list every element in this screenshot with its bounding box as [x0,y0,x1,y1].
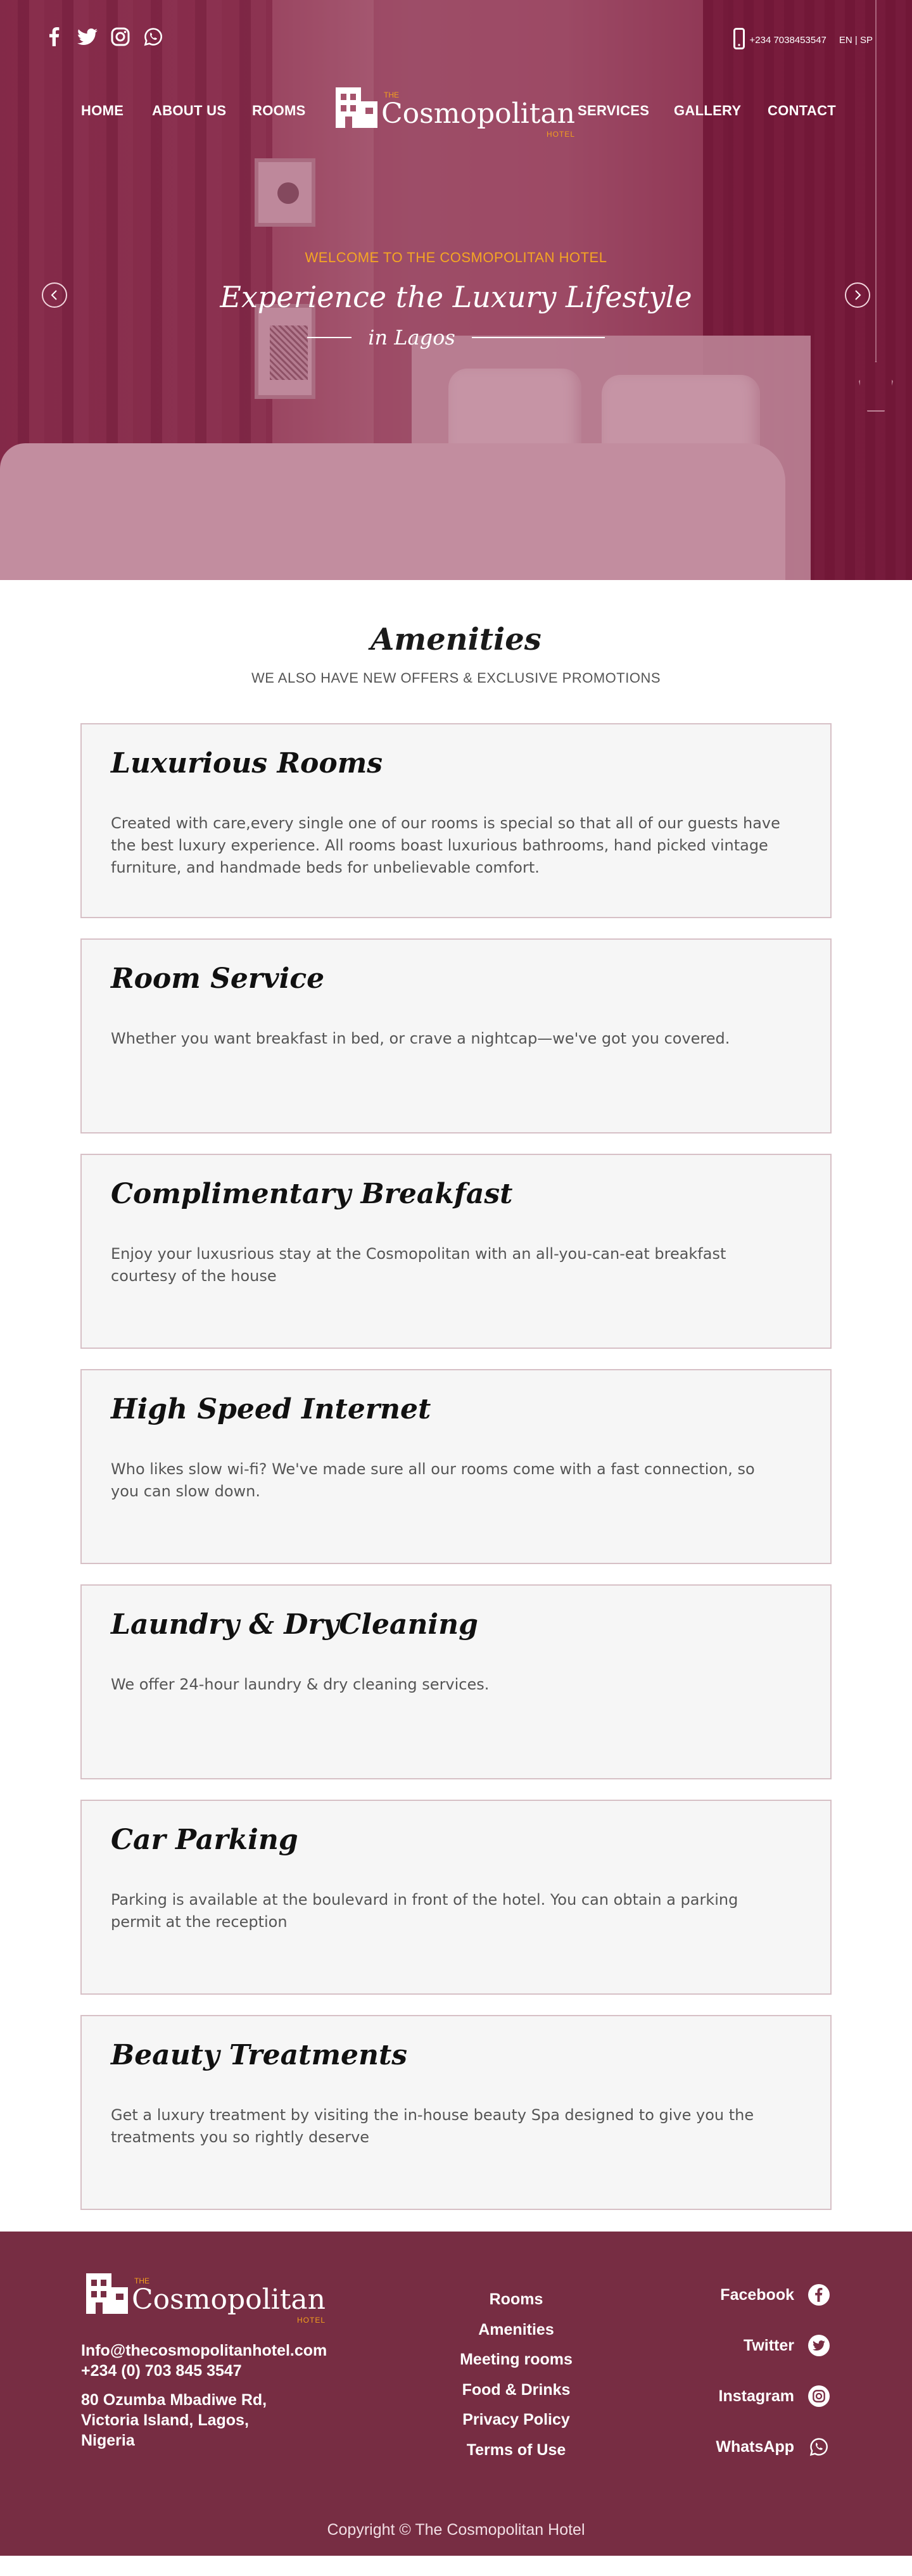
hero-welcome: WELCOME TO THE COSMOPOLITAN HOTEL [305,249,607,265]
footer-phone[interactable]: +234 (0) 703 845 3547 [81,2361,327,2381]
whatsapp-icon [808,2436,830,2458]
amenity-card: Complimentary Breakfast Enjoy your luxus… [80,1154,832,1349]
amenity-text: Parking is available at the boulevard in… [111,1891,738,1931]
header-contact: +234 7038453547 EN | SP [733,28,873,52]
social-label: Instagram [718,2387,794,2405]
hero-subtitle-row: in Lagos [0,325,912,350]
footer-social: Facebook Twitter Instagram WhatsApp [716,2282,830,2459]
address-line: 80 Ozumba Mbadiwe Rd, [81,2391,267,2409]
hotel-building-icon [86,2273,129,2314]
whatsapp-icon[interactable] [143,27,163,47]
amenity-text: Whether you want breakfast in bed, or cr… [111,1030,730,1047]
amenity-title: Room Service [111,963,325,995]
amenity-card: Car Parking Parking is available at the … [80,1800,832,1995]
amenity-title: Complimentary Breakfast [111,1178,513,1210]
amenity-card: Luxurious Rooms Created with care,every … [80,723,832,918]
footer-links: Rooms Amenities Meeting rooms Food & Dri… [443,2285,589,2465]
facebook-icon [808,2284,830,2306]
amenities-subtitle: WE ALSO HAVE NEW OFFERS & EXCLUSIVE PROM… [251,670,661,686]
amenity-title: Luxurious Rooms [111,747,383,780]
footer-link-rooms[interactable]: Rooms [443,2285,589,2315]
footer-social-facebook[interactable]: Facebook [716,2282,830,2308]
nav-gallery[interactable]: GALLERY [674,103,741,119]
amenity-text: We offer 24-hour laundry & dry cleaning … [111,1676,490,1693]
instagram-icon[interactable] [110,27,130,47]
footer-link-privacy-policy[interactable]: Privacy Policy [443,2405,589,2435]
hero-caption: WELCOME TO THE COSMOPOLITAN HOTEL Experi… [0,249,912,350]
hero-title: Experience the Luxury Lifestyle [220,280,692,314]
amenity-card: Beauty Treatments Get a luxury treatment… [80,2015,832,2210]
header-social-links [44,27,163,47]
logo-hotel: HOTEL [547,130,576,139]
amenity-title: Car Parking [111,1824,298,1856]
amenity-title: Laundry & DryCleaning [111,1608,478,1641]
nav-about-us[interactable]: ABOUT US [152,103,226,119]
footer-social-twitter[interactable]: Twitter [716,2333,830,2358]
amenity-card: Laundry & DryCleaning We offer 24-hour l… [80,1584,832,1779]
logo-name: Cosmopolitan [132,2283,326,2316]
main-nav: HOME ABOUT US ROOMS THE Cosmopolitan HOT… [0,84,912,138]
amenities-list: Luxurious Rooms Created with care,every … [80,723,832,2210]
logo-hotel: HOTEL [297,2316,326,2325]
phone-icon [733,28,745,52]
amenity-text: Enjoy your luxusrious stay at the Cosmop… [111,1245,726,1285]
nav-contact[interactable]: CONTACT [768,103,836,119]
nav-rooms[interactable]: ROOMS [252,103,306,119]
top-bar: +234 7038453547 EN | SP [0,25,912,51]
address-line: Nigeria [81,2432,135,2449]
language-switcher[interactable]: EN | SP [839,35,873,46]
social-label: Twitter [743,2336,794,2354]
footer-social-whatsapp[interactable]: WhatsApp [716,2434,830,2459]
amenity-text: Get a luxury treatment by visiting the i… [111,2106,754,2146]
footer-link-food-drinks[interactable]: Food & Drinks [443,2375,589,2406]
hero-subtitle: in Lagos [368,325,455,350]
amenity-card: High Speed Internet Who likes slow wi-fi… [80,1369,832,1564]
social-label: WhatsApp [716,2437,794,2456]
hotel-building-icon [336,87,379,128]
twitter-icon [808,2335,830,2356]
amenity-text: Created with care,every single one of ou… [111,814,780,876]
amenities-title: Amenities [370,622,542,657]
facebook-icon[interactable] [44,27,65,47]
footer-link-terms-of-use[interactable]: Terms of Use [443,2435,589,2466]
logo-name: Cosmopolitan [381,98,576,130]
twitter-icon[interactable] [77,27,98,47]
footer-contact: Info@thecosmopolitanhotel.com +234 (0) 7… [81,2340,327,2451]
nav-services[interactable]: SERVICES [578,103,649,119]
copyright: Copyright © The Cosmopolitan Hotel [327,2521,585,2539]
header-phone[interactable]: +234 7038453547 [750,35,826,46]
hero-section: +234 7038453547 EN | SP HOME ABOUT US RO… [0,0,912,580]
address-line: Victoria Island, Lagos, [81,2411,249,2429]
amenity-title: Beauty Treatments [111,2039,408,2071]
divider [307,337,352,338]
footer-link-amenities[interactable]: Amenities [443,2315,589,2346]
footer-email[interactable]: Info@thecosmopolitanhotel.com [81,2340,327,2361]
instagram-icon [808,2385,830,2407]
social-label: Facebook [720,2285,794,2304]
footer-social-instagram[interactable]: Instagram [716,2383,830,2409]
logo-the: THE [384,91,399,99]
footer-logo[interactable]: THE Cosmopolitan HOTEL [86,2273,326,2324]
amenity-text: Who likes slow wi-fi? We've made sure al… [111,1460,755,1500]
footer-address: 80 Ozumba Mbadiwe Rd, Victoria Island, L… [81,2390,327,2451]
amenity-title: High Speed Internet [111,1393,431,1425]
site-footer: THE Cosmopolitan HOTEL Info@thecosmopoli… [0,2232,912,2556]
amenity-card: Room Service Whether you want breakfast … [80,938,832,1133]
logo-the: THE [134,2276,149,2285]
divider [471,337,605,338]
footer-link-meeting-rooms[interactable]: Meeting rooms [443,2345,589,2375]
header-logo[interactable]: THE Cosmopolitan HOTEL [336,87,576,138]
nav-home[interactable]: HOME [81,103,124,119]
amenities-section: Amenities WE ALSO HAVE NEW OFFERS & EXCL… [0,580,912,2210]
